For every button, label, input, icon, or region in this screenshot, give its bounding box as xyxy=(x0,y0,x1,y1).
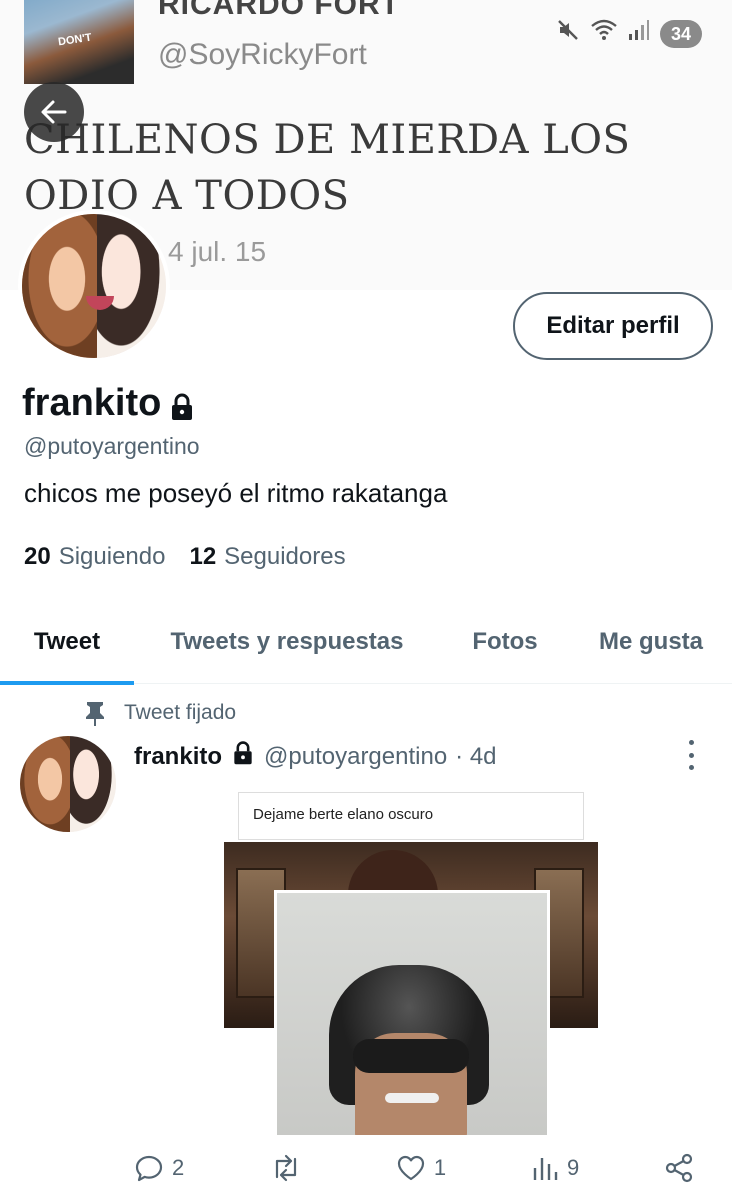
tweet-author-name[interactable]: frankito xyxy=(134,743,222,771)
signal-icon xyxy=(628,19,650,48)
profile-bio: chicos me poseyó el ritmo rakatanga xyxy=(24,478,448,508)
reply-count: 2 xyxy=(172,1155,185,1180)
back-button[interactable] xyxy=(24,82,84,142)
banner-tweet-avatar: DON'T xyxy=(24,0,134,84)
views-count: 9 xyxy=(566,1155,580,1180)
tab-tweets-and-replies[interactable]: Tweets y respuestas xyxy=(134,600,440,684)
banner-tweet-author-handle: @SoyRickyFort xyxy=(158,38,367,71)
banner-tweet-author-name: RICARDO FORT xyxy=(158,0,400,21)
tweet-author-avatar[interactable] xyxy=(20,736,116,832)
like-button[interactable]: 1 xyxy=(396,1153,446,1183)
tweet-time: · 4d xyxy=(455,742,497,770)
lock-icon xyxy=(167,389,197,420)
banner-tweet-date: 4 jul. 15 xyxy=(168,236,267,267)
edit-profile-button[interactable]: Editar perfil xyxy=(513,292,713,360)
pin-icon xyxy=(86,702,104,726)
views-chart-icon xyxy=(533,1158,558,1180)
pinned-label: Tweet fijado xyxy=(124,701,237,724)
battery-indicator: 34 xyxy=(660,19,702,48)
tweet-actions: 2 1 9 xyxy=(134,1150,694,1186)
mute-icon xyxy=(556,18,580,49)
banner-tweet-text: CHILENOS DE MIERDA LOS ODIO A TODOS xyxy=(24,117,631,219)
share-button[interactable] xyxy=(664,1153,694,1183)
reply-icon xyxy=(135,1155,163,1182)
tab-photos[interactable]: Fotos xyxy=(440,600,570,684)
followers-label: Seguidores xyxy=(224,543,346,570)
tweet-author-handle[interactable]: @putoyargentino xyxy=(264,743,447,771)
pinned-indicator: Tweet fijado xyxy=(84,700,236,726)
following-count: 20 xyxy=(24,543,51,570)
tab-tweets[interactable]: Tweet xyxy=(0,600,134,685)
views-button[interactable]: 9 xyxy=(531,1154,579,1182)
display-name-text: frankito xyxy=(22,382,162,424)
lock-icon xyxy=(230,740,256,773)
profile-display-name: frankito xyxy=(22,382,197,425)
profile-handle: @putoyargentino xyxy=(24,433,200,459)
heart-icon xyxy=(397,1155,424,1181)
tab-likes[interactable]: Me gusta xyxy=(570,600,732,684)
retweet-button[interactable] xyxy=(269,1153,311,1183)
following-link[interactable]: 20 Siguiendo xyxy=(24,543,165,571)
followers-count: 12 xyxy=(189,543,217,570)
profile-tabs: Tweet Tweets y respuestas Fotos Me gusta xyxy=(0,600,732,685)
banner-shirt-text: DON'T xyxy=(57,31,93,49)
following-label: Siguiendo xyxy=(58,543,166,570)
media-caption: Dejame berte elano oscuro xyxy=(253,806,434,823)
status-bar: 34 xyxy=(556,18,702,49)
tweet-header: frankito @putoyargentino · 4d xyxy=(134,740,497,773)
followers-link[interactable]: 12 Seguidores xyxy=(189,543,345,571)
wifi-icon xyxy=(590,18,618,49)
profile-avatar[interactable] xyxy=(18,210,170,362)
tweet-more-options-button[interactable] xyxy=(680,740,702,770)
follow-stats: 20 Siguiendo 12 Seguidores xyxy=(24,543,346,571)
retweet-icon xyxy=(275,1154,297,1182)
tweet-media-image[interactable]: Dejame berte elano oscuro xyxy=(224,792,598,1138)
like-count: 1 xyxy=(433,1155,447,1180)
share-icon xyxy=(665,1153,693,1183)
arrow-left-icon xyxy=(41,100,67,124)
reply-button[interactable]: 2 xyxy=(134,1153,184,1183)
